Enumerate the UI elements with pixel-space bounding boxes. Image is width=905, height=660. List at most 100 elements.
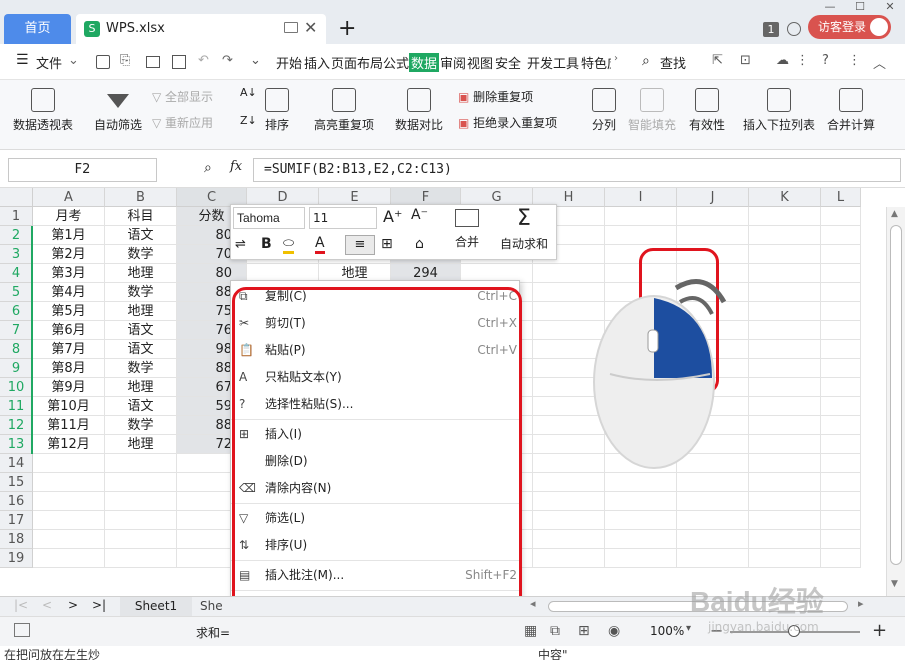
cell[interactable] [821, 340, 861, 359]
cell[interactable] [33, 492, 105, 511]
scroll-down-icon[interactable]: ▼ [891, 579, 898, 589]
sort-desc-icon[interactable]: Z↓ [240, 114, 257, 127]
cell[interactable]: 科目 [105, 207, 177, 226]
cell[interactable] [749, 264, 821, 283]
column-header[interactable]: J [677, 188, 749, 207]
preview-icon[interactable] [172, 55, 186, 69]
smart-fill-button[interactable]: 智能填充 [626, 88, 678, 133]
first-sheet-icon[interactable]: |< [14, 598, 28, 612]
cell[interactable] [533, 549, 605, 568]
cell[interactable] [33, 549, 105, 568]
cell[interactable] [749, 549, 821, 568]
pivot-table-button[interactable]: 数据透视表 [8, 88, 78, 133]
split-column-button[interactable]: 分列 [590, 88, 618, 133]
menu-data[interactable]: 数据 [409, 53, 440, 72]
cell[interactable] [821, 416, 861, 435]
cell[interactable]: 语文 [105, 226, 177, 245]
cell[interactable] [749, 416, 821, 435]
cell[interactable]: 第3月 [33, 264, 105, 283]
cell[interactable]: 第9月 [33, 378, 105, 397]
cell[interactable] [821, 321, 861, 340]
cell[interactable]: 数学 [105, 245, 177, 264]
row-header[interactable]: 3 [0, 245, 33, 264]
menu-scroll-right-icon[interactable]: › [614, 53, 618, 64]
cell[interactable] [105, 492, 177, 511]
cell[interactable] [821, 549, 861, 568]
insert-dropdown-button[interactable]: 插入下拉列表 [742, 88, 816, 133]
menu-features[interactable]: 特色应 [581, 53, 611, 72]
bold-icon[interactable]: B [261, 236, 272, 252]
cell[interactable] [677, 226, 749, 245]
share-icon[interactable]: ⇱ [712, 53, 723, 68]
cell[interactable] [749, 245, 821, 264]
autofilter-button[interactable]: 自动筛选 [90, 88, 146, 133]
menu-review[interactable]: 审阅 [440, 53, 466, 72]
cell[interactable] [605, 492, 677, 511]
maximize-icon[interactable]: ☐ [850, 0, 870, 13]
close-window-icon[interactable]: ✕ [880, 0, 900, 13]
minimize-icon[interactable]: — [820, 0, 840, 13]
menu-page-layout[interactable]: 页面布局 [331, 53, 383, 72]
search-label[interactable]: 查找 [660, 53, 686, 72]
zoom-icon[interactable]: ⌕ [204, 160, 212, 176]
cell[interactable] [821, 226, 861, 245]
cell[interactable] [533, 473, 605, 492]
cell[interactable] [821, 245, 861, 264]
show-all-button[interactable]: ▽ 全部显示 [152, 88, 213, 105]
cell[interactable]: 语文 [105, 321, 177, 340]
row-header[interactable]: 14 [0, 454, 33, 473]
fill-color-icon[interactable]: ⬭ [283, 236, 295, 254]
menu-insert[interactable]: 插入 [304, 53, 330, 72]
shrink-font-icon[interactable]: A⁻ [411, 207, 428, 223]
row-header[interactable]: 7 [0, 321, 33, 340]
wrap-icon[interactable]: ⇌ [235, 237, 246, 252]
print-preview-icon[interactable]: ⎘ [120, 53, 130, 68]
scroll-thumb[interactable] [890, 225, 902, 565]
cell[interactable] [605, 473, 677, 492]
cell[interactable] [677, 549, 749, 568]
cell[interactable] [749, 492, 821, 511]
scroll-up-icon[interactable]: ▲ [891, 209, 898, 219]
highlight-duplicates-button[interactable]: 高亮重复项 [308, 88, 380, 133]
cell[interactable] [105, 473, 177, 492]
cell[interactable] [821, 473, 861, 492]
macro-icon[interactable] [14, 623, 30, 637]
cell[interactable] [749, 283, 821, 302]
cell[interactable] [105, 454, 177, 473]
row-header[interactable]: 18 [0, 530, 33, 549]
cell[interactable]: 第4月 [33, 283, 105, 302]
row-header[interactable]: 16 [0, 492, 33, 511]
sheet-tab-1[interactable]: Sheet1 [120, 597, 192, 616]
file-menu[interactable]: 文件 [36, 53, 62, 72]
font-select[interactable]: Tahoma [233, 207, 305, 229]
cell[interactable] [821, 264, 861, 283]
more-icon[interactable]: ⋮ [796, 53, 809, 68]
skin-icon[interactable] [787, 22, 801, 36]
cell[interactable] [821, 302, 861, 321]
cell[interactable] [821, 454, 861, 473]
cell[interactable] [821, 359, 861, 378]
cell[interactable] [821, 530, 861, 549]
cell[interactable] [533, 492, 605, 511]
print-icon[interactable] [146, 56, 160, 68]
cell[interactable]: 数学 [105, 283, 177, 302]
formula-input[interactable]: =SUMIF(B2:B13,E2,C2:C13) [253, 158, 901, 182]
cell[interactable] [821, 435, 861, 454]
row-header[interactable]: 10 [0, 378, 33, 397]
row-header[interactable]: 13 [0, 435, 33, 454]
cell[interactable] [749, 359, 821, 378]
last-sheet-icon[interactable]: >| [92, 598, 106, 612]
cell[interactable] [33, 454, 105, 473]
cell[interactable]: 第8月 [33, 359, 105, 378]
align-icon[interactable]: ≡ [345, 235, 375, 255]
column-header[interactable]: I [605, 188, 677, 207]
scroll-left-icon[interactable]: ◂ [530, 597, 536, 610]
cell[interactable] [605, 511, 677, 530]
sort-asc-icon[interactable]: A↓ [240, 86, 257, 99]
cell[interactable] [821, 511, 861, 530]
select-all-corner[interactable] [0, 188, 33, 207]
cell[interactable] [33, 511, 105, 530]
cell[interactable]: 第12月 [33, 435, 105, 454]
save-icon[interactable] [96, 55, 110, 69]
cell[interactable]: 语文 [105, 397, 177, 416]
